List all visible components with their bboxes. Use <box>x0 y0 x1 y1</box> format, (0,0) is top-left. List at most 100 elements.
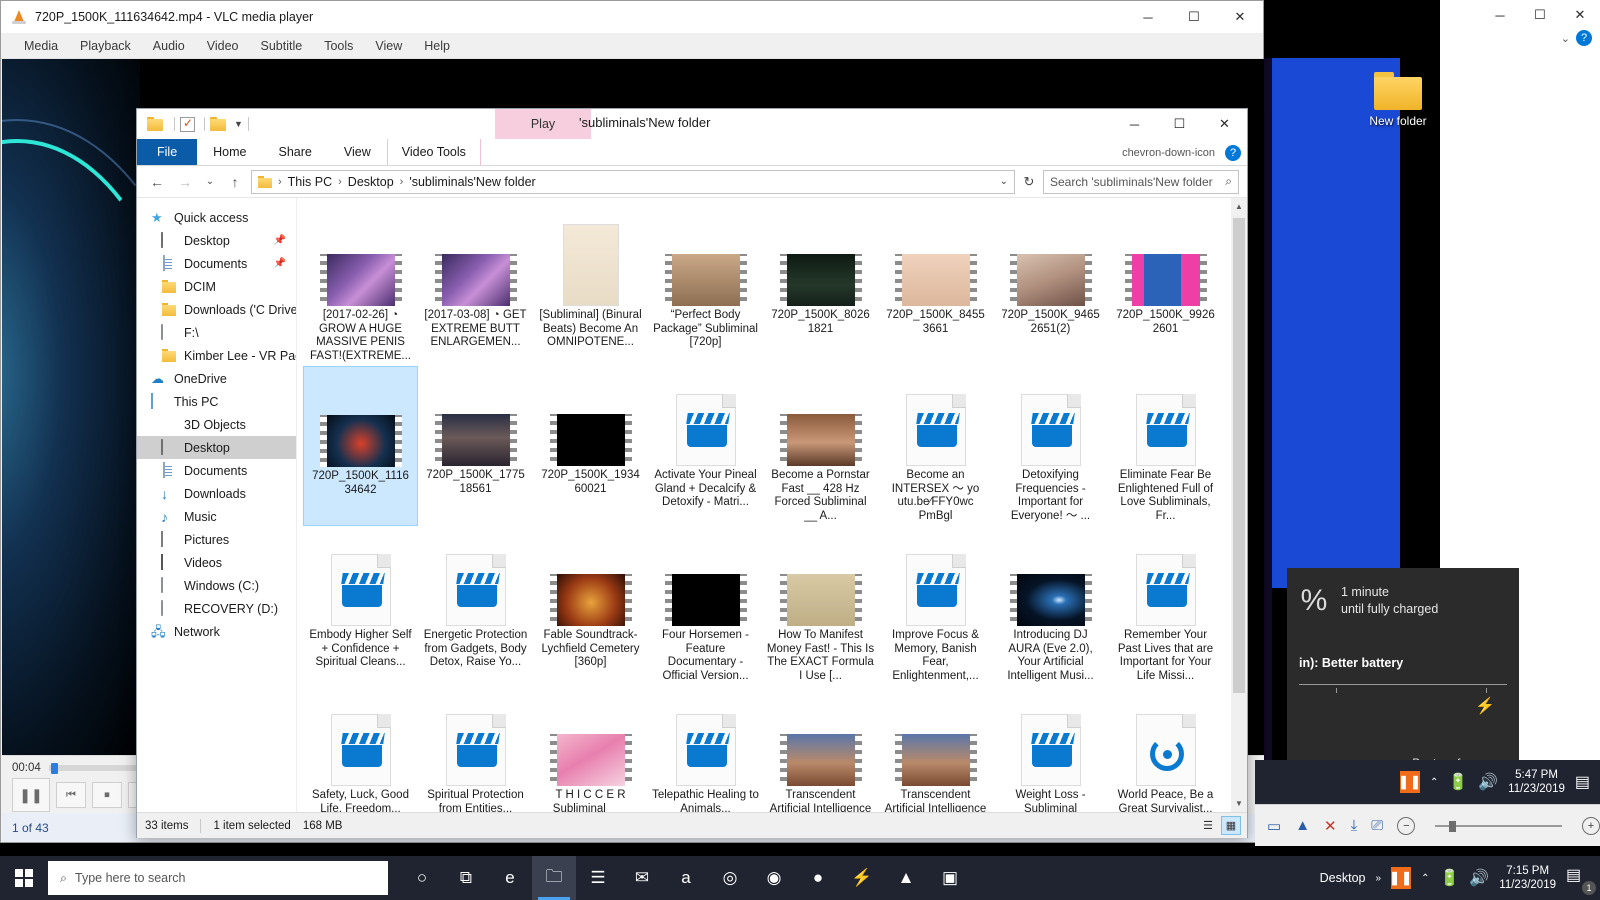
desktop-icon-new-folder[interactable]: New folder <box>1352 72 1444 128</box>
file-tile[interactable]: [2017-02-26] ◔ GROW A HUGE MASSIVE PENIS… <box>303 206 418 366</box>
explorer-close-button[interactable]: ✕ <box>1202 109 1247 139</box>
sidebar-item-f[interactable]: F:\ <box>137 321 296 344</box>
vlc-titlebar[interactable]: 720P_1500K_111634642.mp4 - VLC media pla… <box>1 1 1263 33</box>
file-tile[interactable]: Transcendent Artificial Intelligence Tec… <box>763 686 878 812</box>
file-tile[interactable]: Fable Soundtrack-Lychfield Cemetery [360… <box>533 526 648 686</box>
file-tile[interactable]: Become an INTERSEX ～ yo utu.be∕FFY0wc Pm… <box>878 366 993 526</box>
tab-share[interactable]: Share <box>263 139 328 165</box>
file-tile[interactable]: How To Manifest Money Fast! - This Is Th… <box>763 526 878 686</box>
close-icon[interactable]: ✕ <box>1324 817 1337 835</box>
file-tile[interactable]: Weight Loss - Subliminal Technique ... / <box>993 686 1108 812</box>
search-input[interactable]: Search 'subliminals'New folder ⌕ <box>1043 169 1239 194</box>
refresh-button[interactable]: ↻ <box>1019 174 1039 190</box>
pin-icon[interactable]: 📌 <box>274 258 286 269</box>
media-app-icon[interactable]: ▣ <box>928 856 972 900</box>
cortana-icon[interactable]: ○ <box>400 856 444 900</box>
file-tile[interactable]: 720P_1500K_8026 1821 <box>763 206 878 366</box>
sidebar-item-recovery-d[interactable]: RECOVERY (D:) <box>137 597 296 620</box>
action-center-icon[interactable]: ▤ <box>1575 772 1590 792</box>
colorful-app-icon[interactable]: ● <box>796 856 840 900</box>
bg-help-icon[interactable]: ? <box>1576 30 1592 46</box>
scroll-up-button[interactable]: ▲ <box>1231 198 1247 215</box>
bg-minimize-button[interactable]: ─ <box>1480 0 1520 30</box>
sidebar-item-3d-objects[interactable]: 3D Objects <box>137 413 296 436</box>
sidebar-item-music[interactable]: ♪ Music <box>137 505 296 528</box>
file-tile[interactable]: Spiritual Protection from Entities... <box>418 686 533 812</box>
action-center-icon[interactable]: ▤ 1 <box>1566 865 1596 895</box>
forward-button[interactable]: → <box>173 170 197 194</box>
desktop-toolbar-label[interactable]: Desktop <box>1320 871 1366 885</box>
tab-view[interactable]: View <box>328 139 387 165</box>
file-tile[interactable]: “Perfect Body Package” Subliminal [720p] <box>648 206 763 366</box>
vlc-menu-audio[interactable]: Audio <box>142 36 196 56</box>
sidebar-item-pictures[interactable]: Pictures <box>137 528 296 551</box>
properties-checkbox-icon[interactable] <box>180 116 195 132</box>
file-tile[interactable]: World Peace, Be a Great Survivalist... <box>1108 686 1223 812</box>
tray-clock[interactable]: 5:47 PM 11/23/2019 <box>1508 768 1565 796</box>
sidebar-item-quick-access[interactable]: ★ Quick access <box>137 206 296 229</box>
vlc-menu-playback[interactable]: Playback <box>69 36 142 56</box>
new-folder-icon[interactable] <box>210 117 226 131</box>
file-tile[interactable]: 720P_1500K_9926 2601 <box>1108 206 1223 366</box>
sidebar-item-network[interactable]: 🖧 Network <box>137 620 296 643</box>
file-explorer-icon[interactable]: 🗀 <box>532 856 576 900</box>
vertical-scrollbar[interactable]: ▲ ▼ <box>1231 198 1247 812</box>
file-tile[interactable]: Eliminate Fear Be Enlightened Full of Lo… <box>1108 366 1223 526</box>
file-tile[interactable]: Activate Your Pineal Gland + Decalcify &… <box>648 366 763 526</box>
file-tile[interactable]: Safety, Luck, Good Life, Freedom... <box>303 686 418 812</box>
lightning-app-icon[interactable]: ⚡ <box>840 856 884 900</box>
sidebar-item-documents[interactable]: Documents <box>137 459 296 482</box>
vlc-seek-knob[interactable] <box>50 763 58 774</box>
search-input[interactable]: ⌕ Type here to search <box>48 861 388 895</box>
file-tile[interactable]: 720P_1500K_1775 18561 <box>418 366 533 526</box>
file-tile[interactable]: Energetic Protection from Gadgets, Body … <box>418 526 533 686</box>
zoom-in-icon[interactable]: + <box>1582 816 1600 835</box>
battery-power-slider[interactable] <box>1299 684 1507 693</box>
file-tile[interactable]: T H I C C E R Subliminal_ __ (ama)... <box>533 686 648 812</box>
speaker-icon[interactable]: 🔊 <box>1469 868 1489 888</box>
vlc-icon[interactable]: ▲ <box>884 856 928 900</box>
vlc-previous-button[interactable]: ⏮ <box>56 782 86 808</box>
mail-icon[interactable]: ✉ <box>620 856 664 900</box>
folder-icon[interactable] <box>147 117 163 131</box>
tab-file[interactable]: File <box>137 139 198 165</box>
search-icon[interactable]: ⌕ <box>1225 174 1232 189</box>
vlc-minimize-button[interactable]: ─ <box>1125 1 1171 33</box>
scroll-down-button[interactable]: ▼ <box>1231 795 1247 812</box>
customize-chevron-icon[interactable]: ▼ <box>234 119 243 129</box>
file-tile[interactable]: 720P_1500K_1934 60021 <box>533 366 648 526</box>
sidebar-item-dcim[interactable]: DCIM <box>137 275 296 298</box>
vlc-tray-icon[interactable]: ❚❚ <box>1398 771 1421 793</box>
battery-charging-icon[interactable]: 🔋 <box>1439 868 1459 888</box>
tray-chevron-icon[interactable]: ⌃ <box>1430 777 1438 788</box>
taskbar-clock[interactable]: 7:15 PM 11/23/2019 <box>1499 864 1556 892</box>
bg-close-button[interactable]: ✕ <box>1560 0 1600 30</box>
sidebar-item-onedrive[interactable]: ☁ OneDrive <box>137 367 296 390</box>
vlc-close-button[interactable]: ✕ <box>1217 1 1263 33</box>
vlc-stop-button[interactable]: ⏹ <box>92 782 122 808</box>
battery-charging-icon[interactable]: 🔋 <box>1448 772 1468 792</box>
breadcrumb-this-pc[interactable]: This PC <box>288 175 332 189</box>
breadcrumb[interactable]: › This PC › Desktop › 'subliminals'New f… <box>251 169 1015 194</box>
sidebar-item-desktop[interactable]: Desktop 📌 <box>137 229 296 252</box>
file-tile[interactable]: Improve Focus & Memory, Banish Fear, Enl… <box>878 526 993 686</box>
cast-icon[interactable]: ▲ <box>1295 817 1310 834</box>
sidebar-item-kimber-lee-vr-pac[interactable]: Kimber Lee - VR Pac <box>137 344 296 367</box>
vlc-menu-help[interactable]: Help <box>413 36 461 56</box>
vlc-menu-subtitle[interactable]: Subtitle <box>250 36 314 56</box>
sidebar-item-downloads-c-drive[interactable]: Downloads ('C Drive <box>137 298 296 321</box>
vlc-pause-button[interactable]: ❚❚ <box>12 778 50 812</box>
task-view-icon[interactable]: ⧉ <box>444 856 488 900</box>
back-button[interactable]: ← <box>145 170 169 194</box>
monitor-icon[interactable]: ▭ <box>1267 817 1281 835</box>
file-tile[interactable]: 720P_1500K_8455 3661 <box>878 206 993 366</box>
vlc-menu-tools[interactable]: Tools <box>313 36 364 56</box>
bg-maximize-button[interactable]: ☐ <box>1520 0 1560 30</box>
help-icon[interactable]: ? <box>1225 144 1241 161</box>
explorer-minimize-button[interactable]: ─ <box>1112 109 1157 139</box>
vlc-menu-video[interactable]: Video <box>196 36 250 56</box>
file-tile[interactable]: Detoxifying Frequencies - Important for … <box>993 366 1108 526</box>
explorer-maximize-button[interactable]: ☐ <box>1157 109 1202 139</box>
microsoft-store-icon[interactable]: ☰ <box>576 856 620 900</box>
file-tile[interactable]: Telepathic Healing to Animals... <box>648 686 763 812</box>
